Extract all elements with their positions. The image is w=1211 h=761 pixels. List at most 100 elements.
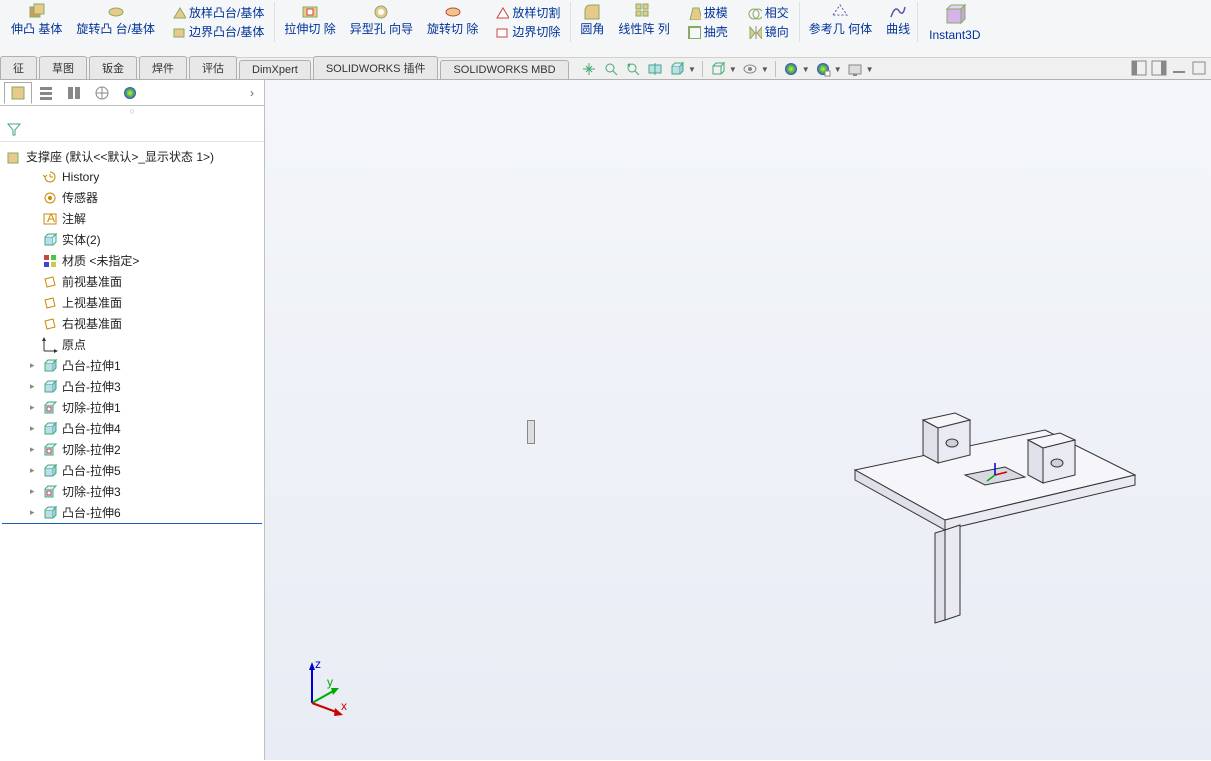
- tree-item[interactable]: 传感器: [2, 187, 262, 208]
- filter-icon[interactable]: [6, 121, 22, 137]
- revolve-cut-button[interactable]: 旋转切 除: [424, 2, 481, 36]
- intersect-button[interactable]: 相交: [742, 3, 795, 22]
- tab-evaluate[interactable]: 评估: [189, 56, 237, 79]
- tree-item[interactable]: 上视基准面: [2, 292, 262, 313]
- edit-appearance-icon[interactable]: [782, 60, 800, 78]
- graphics-viewport[interactable]: z y x: [265, 80, 1211, 760]
- previous-view-icon[interactable]: [624, 60, 642, 78]
- curves-button[interactable]: 曲线: [883, 2, 913, 36]
- section-view-icon[interactable]: [646, 60, 664, 78]
- mirror-button[interactable]: 镜向: [742, 22, 795, 41]
- dropdown-icon[interactable]: ▼: [761, 65, 769, 74]
- expand-chevron-icon[interactable]: ▸: [30, 360, 40, 371]
- sensor-icon: [42, 190, 58, 206]
- dropdown-icon[interactable]: ▼: [866, 65, 874, 74]
- apply-scene-icon[interactable]: [814, 60, 832, 78]
- tree-item[interactable]: ▸凸台-拉伸5: [2, 460, 262, 481]
- ribbon-label: Instant3D: [929, 29, 980, 41]
- display-manager-tab[interactable]: [116, 82, 144, 104]
- tree-item[interactable]: 右视基准面: [2, 313, 262, 334]
- shell-button[interactable]: 抽壳: [681, 22, 734, 41]
- tree-item[interactable]: ▸切除-拉伸3: [2, 481, 262, 502]
- maximize-icon[interactable]: [1191, 60, 1207, 76]
- panel-resize-handle[interactable]: [527, 420, 535, 444]
- hide-show-icon[interactable]: [741, 60, 759, 78]
- revolve-boss-button[interactable]: 旋转凸 台/基体: [73, 2, 158, 36]
- ribbon-label: 参考几 何体: [809, 23, 872, 35]
- extrude-cut-button[interactable]: 拉伸切 除: [281, 2, 338, 36]
- window-controls: [1131, 60, 1207, 76]
- cut-icon: [42, 484, 58, 500]
- tab-weldments[interactable]: 焊件: [139, 56, 187, 79]
- zoom-fit-icon[interactable]: [580, 60, 598, 78]
- expand-chevron-icon[interactable]: ▸: [30, 423, 40, 434]
- tab-sheetmetal[interactable]: 钣金: [89, 56, 137, 79]
- origin-icon: [42, 337, 58, 353]
- ribbon-label: 边界切除: [512, 23, 560, 40]
- zoom-area-icon[interactable]: [602, 60, 620, 78]
- command-manager-tabs: 征 草图 钣金 焊件 评估 DimXpert SOLIDWORKS 插件 SOL…: [0, 58, 1211, 80]
- filter-row: [0, 116, 264, 142]
- triad-x-label: x: [341, 699, 347, 713]
- triad-z-label: z: [315, 658, 321, 671]
- tree-item[interactable]: History: [2, 167, 262, 187]
- tab-dimxpert[interactable]: DimXpert: [239, 60, 311, 79]
- tree-item[interactable]: ▸切除-拉伸2: [2, 439, 262, 460]
- expand-chevron-icon[interactable]: ▸: [30, 507, 40, 518]
- tree-item[interactable]: 实体(2): [2, 229, 262, 250]
- tree-item-label: 注解: [62, 210, 86, 227]
- display-style-icon[interactable]: [709, 60, 727, 78]
- tree-root-node[interactable]: 支撑座 (默认<<默认>_显示状态 1>): [2, 146, 262, 167]
- dropdown-icon[interactable]: ▼: [834, 65, 842, 74]
- dimxpert-manager-tab[interactable]: [88, 82, 116, 104]
- tab-sketch[interactable]: 草图: [39, 56, 87, 79]
- ref-geometry-button[interactable]: 参考几 何体: [806, 2, 875, 36]
- configuration-manager-tab[interactable]: [60, 82, 88, 104]
- dropdown-icon[interactable]: ▼: [802, 65, 810, 74]
- boundary-cut-button[interactable]: 边界切除: [489, 22, 566, 41]
- linear-pattern-button[interactable]: 线性阵 列: [615, 2, 672, 36]
- view-settings-icon[interactable]: [846, 60, 864, 78]
- part-icon: [6, 149, 22, 165]
- tree-item[interactable]: 前视基准面: [2, 271, 262, 292]
- dock-left-icon[interactable]: [1131, 60, 1147, 76]
- extrude-boss-button[interactable]: 伸凸 基体: [8, 2, 65, 36]
- feature-manager-tab[interactable]: [4, 82, 32, 104]
- material-icon: [42, 253, 58, 269]
- panel-grip[interactable]: ○: [0, 106, 264, 116]
- dock-right-icon[interactable]: [1151, 60, 1167, 76]
- tree-item[interactable]: ▸凸台-拉伸6: [2, 502, 262, 524]
- tab-sw-mbd[interactable]: SOLIDWORKS MBD: [440, 60, 568, 79]
- draft-button[interactable]: 拔模: [681, 3, 734, 22]
- expand-chevron-icon[interactable]: ▸: [30, 402, 40, 413]
- tab-sw-addins[interactable]: SOLIDWORKS 插件: [313, 56, 439, 79]
- tree-item[interactable]: ▸凸台-拉伸3: [2, 376, 262, 397]
- tree-item[interactable]: 原点: [2, 334, 262, 355]
- view-orientation-icon[interactable]: [668, 60, 686, 78]
- hole-wizard-button[interactable]: 异型孔 向导: [347, 2, 416, 36]
- tree-item[interactable]: ▸凸台-拉伸1: [2, 355, 262, 376]
- tree-item[interactable]: A注解: [2, 208, 262, 229]
- panel-expand-icon[interactable]: ›: [244, 86, 260, 100]
- expand-chevron-icon[interactable]: ▸: [30, 444, 40, 455]
- expand-chevron-icon[interactable]: ▸: [30, 486, 40, 497]
- dropdown-icon[interactable]: ▼: [729, 65, 737, 74]
- loft-cut-button[interactable]: 放样切割: [489, 3, 566, 22]
- instant3d-button[interactable]: Instant3D: [926, 2, 983, 42]
- minimize-icon[interactable]: [1171, 60, 1187, 76]
- view-triad[interactable]: z y x: [297, 658, 357, 718]
- fillet-button[interactable]: 圆角: [577, 2, 607, 36]
- expand-chevron-icon[interactable]: ▸: [30, 465, 40, 476]
- tree-item[interactable]: ▸切除-拉伸1: [2, 397, 262, 418]
- expand-chevron-icon[interactable]: ▸: [30, 381, 40, 392]
- solid-icon: [42, 232, 58, 248]
- tree-item[interactable]: 材质 <未指定>: [2, 250, 262, 271]
- loft-boss-button[interactable]: 放样凸台/基体: [166, 3, 270, 22]
- tree-item[interactable]: ▸凸台-拉伸4: [2, 418, 262, 439]
- ribbon-label: 旋转切 除: [427, 23, 478, 35]
- tab-features[interactable]: 征: [0, 56, 37, 79]
- main-area: › ○ 支撑座 (默认<<默认>_显示状态 1>) History传感器A注解实…: [0, 80, 1211, 760]
- boundary-boss-button[interactable]: 边界凸台/基体: [166, 22, 270, 41]
- dropdown-icon[interactable]: ▼: [688, 65, 696, 74]
- property-manager-tab[interactable]: [32, 82, 60, 104]
